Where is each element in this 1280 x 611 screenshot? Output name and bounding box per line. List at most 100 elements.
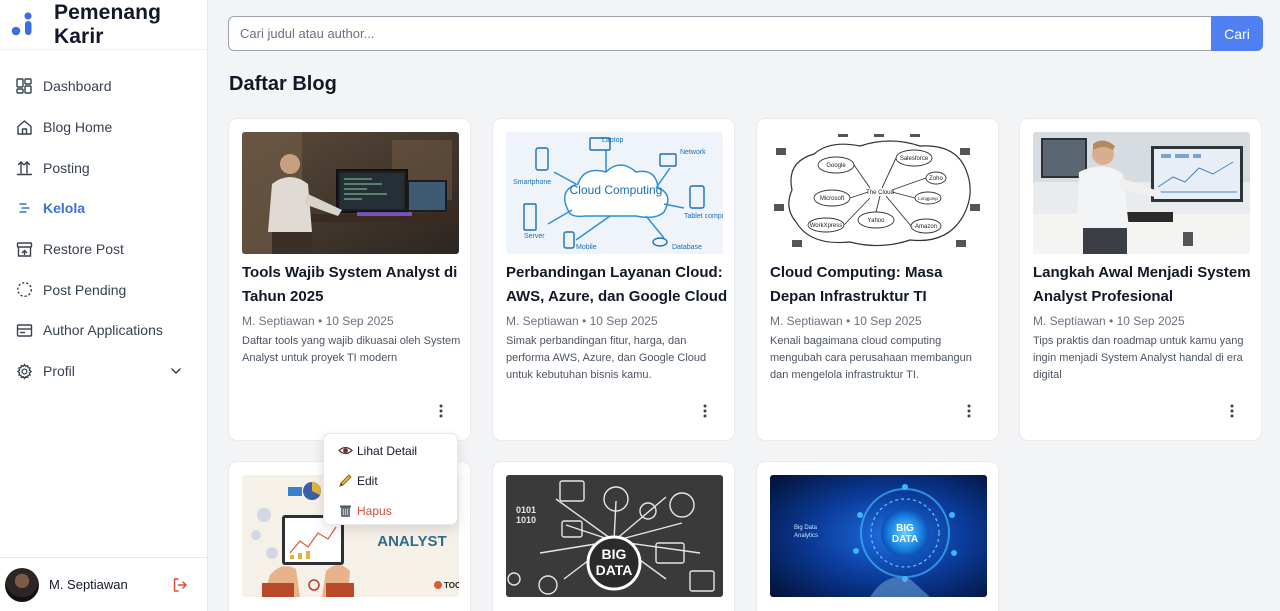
dashboard-icon bbox=[15, 77, 33, 95]
svg-text:1010: 1010 bbox=[516, 515, 536, 525]
eye-icon bbox=[338, 443, 353, 458]
thumbnail-text: Big Data bbox=[794, 525, 818, 531]
cloud-node-label: Microsoft bbox=[820, 196, 845, 202]
search-input[interactable] bbox=[228, 16, 1211, 51]
cloud-center-label: Cloud Computing bbox=[570, 183, 663, 197]
blog-thumbnail[interactable]: Google Salesforce Zoho Microsoft Longjum… bbox=[770, 132, 987, 254]
more-options-icon[interactable] bbox=[1226, 403, 1238, 419]
manage-icon bbox=[15, 199, 33, 217]
thumbnail-text: DATA bbox=[892, 534, 918, 545]
cloud-node-label: Google bbox=[826, 163, 846, 169]
thumbnail-text: BIG bbox=[602, 546, 627, 562]
svg-text:0101: 0101 bbox=[516, 505, 536, 515]
avatar[interactable] bbox=[5, 567, 39, 602]
cloud-label: Database bbox=[672, 244, 702, 251]
pencil-icon bbox=[338, 473, 353, 488]
blog-thumbnail[interactable]: BIG DATA Big Data Analytics bbox=[770, 475, 987, 597]
blog-card[interactable]: Cloud Computing Laptop Network Smartphon… bbox=[492, 118, 735, 441]
thumbnail-text: BIG bbox=[896, 523, 914, 534]
thumbnail-text: ANALYST bbox=[377, 533, 446, 550]
blog-card[interactable]: Tools Wajib System Analyst di Tahun 2025… bbox=[228, 118, 471, 441]
sidebar-item-profil[interactable]: Profil bbox=[0, 351, 207, 392]
posting-icon bbox=[15, 159, 33, 177]
menu-item-edit[interactable]: Edit bbox=[338, 473, 378, 488]
sidebar-item-author-applications[interactable]: Author Applications bbox=[0, 310, 207, 351]
sidebar-item-label: Restore Post bbox=[43, 241, 124, 258]
blog-card[interactable]: BIG DATA Big Data Analytics bbox=[756, 461, 999, 611]
cloud-node-label: WorkXpress bbox=[810, 223, 843, 229]
thumbnail-text: DATA bbox=[596, 562, 633, 578]
blog-thumbnail[interactable]: 0101 1010 BIG DATA bbox=[506, 475, 723, 597]
sidebar-item-label: Post Pending bbox=[43, 281, 127, 298]
sidebar-item-kelola[interactable]: Kelola bbox=[0, 188, 207, 229]
menu-item-label: Hapus bbox=[357, 503, 392, 518]
more-options-icon[interactable] bbox=[435, 403, 447, 419]
blog-thumbnail[interactable] bbox=[1033, 132, 1250, 254]
cloud-center-label: The Cloud bbox=[866, 190, 894, 196]
search-bar: Cari bbox=[228, 16, 1263, 51]
sidebar-item-label: Author Applications bbox=[43, 322, 163, 339]
menu-item-delete[interactable]: Hapus bbox=[338, 503, 392, 518]
blog-card-description: Daftar tools yang wajib dikuasai oleh Sy… bbox=[242, 335, 461, 364]
blog-card-title[interactable]: Langkah Awal Menjadi System Analyst Prof… bbox=[1033, 261, 1255, 309]
card-options-menu: Lihat Detail Edit Hapus bbox=[323, 433, 458, 525]
logout-icon[interactable] bbox=[172, 577, 188, 593]
blog-thumbnail[interactable] bbox=[242, 132, 459, 254]
chevron-down-icon[interactable] bbox=[169, 364, 183, 378]
trash-icon bbox=[338, 503, 353, 518]
blog-card[interactable]: Langkah Awal Menjadi System Analyst Prof… bbox=[1019, 118, 1262, 441]
thumbnail-text: Analytics bbox=[794, 533, 818, 539]
cloud-label: Mobile bbox=[576, 244, 597, 251]
cloud-node-label: Amazon bbox=[915, 224, 937, 230]
pending-icon bbox=[15, 281, 33, 299]
page-title: Daftar Blog bbox=[229, 73, 337, 95]
sidebar-item-label: Posting bbox=[43, 159, 90, 176]
blog-card-title[interactable]: Cloud Computing: Masa Depan Infrastruktu… bbox=[770, 261, 992, 309]
more-options-icon[interactable] bbox=[699, 403, 711, 419]
menu-item-view-detail[interactable]: Lihat Detail bbox=[338, 443, 417, 458]
cloud-node-label: Yahoo bbox=[868, 218, 886, 224]
search-button[interactable]: Cari bbox=[1211, 16, 1263, 51]
settings-icon bbox=[15, 362, 33, 380]
thumbnail-logo-text: TOC bbox=[444, 581, 459, 590]
cloud-label: Smartphone bbox=[513, 179, 551, 186]
sidebar-item-label: Blog Home bbox=[43, 119, 113, 136]
sidebar-item-post-pending[interactable]: Post Pending bbox=[0, 269, 207, 310]
more-options-icon[interactable] bbox=[963, 403, 975, 419]
sidebar-item-label: Kelola bbox=[43, 200, 86, 217]
blog-card-meta: M. Septiawan • 10 Sep 2025 bbox=[770, 314, 922, 328]
menu-item-label: Lihat Detail bbox=[357, 443, 418, 458]
brand-logo-icon bbox=[10, 11, 36, 38]
sidebar-item-dashboard[interactable]: Dashboard bbox=[0, 66, 207, 107]
cloud-node-label: Zoho bbox=[929, 176, 943, 182]
home-icon bbox=[15, 118, 33, 136]
user-bar: M. Septiawan bbox=[0, 557, 208, 611]
sidebar-nav: Dashboard Blog Home Posting Kelola Resto… bbox=[0, 50, 207, 392]
brand[interactable]: Pemenang Karir bbox=[0, 0, 207, 50]
cloud-label: Server bbox=[524, 233, 545, 240]
blog-card-title[interactable]: Perbandingan Layanan Cloud: AWS, Azure, … bbox=[506, 261, 728, 309]
brand-title: Pemenang Karir bbox=[54, 0, 161, 48]
blog-card-meta: M. Septiawan • 10 Sep 2025 bbox=[242, 314, 394, 328]
sidebar-item-blog-home[interactable]: Blog Home bbox=[0, 107, 207, 148]
blog-thumbnail[interactable]: Cloud Computing Laptop Network Smartphon… bbox=[506, 132, 723, 254]
sidebar: Pemenang Karir Dashboard Blog Home Posti… bbox=[0, 0, 208, 611]
sidebar-item-posting[interactable]: Posting bbox=[0, 147, 207, 188]
blog-card-title[interactable]: Tools Wajib System Analyst di Tahun 2025 bbox=[242, 261, 464, 309]
blog-card-description: Simak perbandingan fitur, harga, dan per… bbox=[506, 335, 707, 381]
applications-icon bbox=[15, 321, 33, 339]
sidebar-item-restore-post[interactable]: Restore Post bbox=[0, 229, 207, 270]
user-name: M. Septiawan bbox=[49, 577, 128, 592]
sidebar-item-label: Dashboard bbox=[43, 78, 112, 95]
blog-card[interactable]: Google Salesforce Zoho Microsoft Longjum… bbox=[756, 118, 999, 441]
cloud-label: Laptop bbox=[602, 137, 624, 144]
blog-card[interactable]: 0101 1010 BIG DATA bbox=[492, 461, 735, 611]
blog-card-meta: M. Septiawan • 10 Sep 2025 bbox=[506, 314, 658, 328]
sidebar-item-label: Profil bbox=[43, 363, 75, 380]
blog-card-description: Kenali bagaimana cloud computing menguba… bbox=[770, 335, 972, 381]
cloud-label: Network bbox=[680, 149, 706, 156]
cloud-label: Tablet computer bbox=[684, 213, 723, 220]
restore-icon bbox=[15, 240, 33, 258]
menu-item-label: Edit bbox=[357, 473, 378, 488]
blog-card-description: Tips praktis dan roadmap untuk kamu yang… bbox=[1033, 335, 1244, 381]
